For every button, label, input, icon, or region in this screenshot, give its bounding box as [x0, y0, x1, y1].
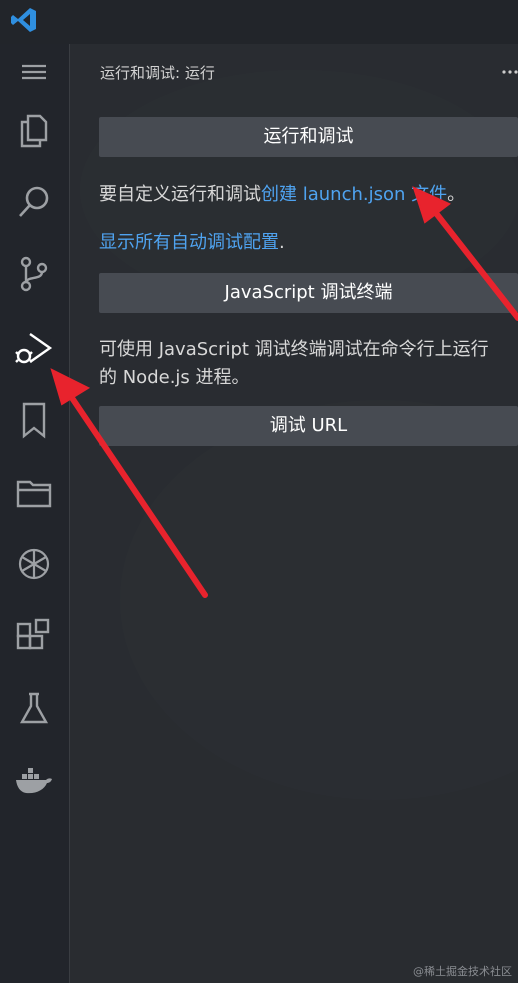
js-hint-line-1: 可使用 JavaScript 调试终端调试在命令行上运行: [99, 339, 489, 360]
vscode-logo-icon: [11, 8, 36, 32]
run-debug-icon[interactable]: [14, 328, 54, 368]
testing-icon[interactable]: [14, 688, 54, 728]
explorer-icon[interactable]: [14, 110, 54, 150]
title-bar: [0, 0, 518, 44]
js-hint-line-2: 的 Node.js 进程。: [99, 367, 250, 388]
openai-icon[interactable]: [14, 544, 54, 584]
more-actions-icon[interactable]: [500, 62, 518, 82]
extensions-icon[interactable]: [14, 616, 54, 656]
search-icon[interactable]: [14, 182, 54, 222]
watermark: @稀土掘金技术社区: [413, 965, 512, 978]
customize-suffix: 。: [447, 184, 466, 205]
docker-icon[interactable]: [14, 760, 54, 800]
menu-icon[interactable]: [14, 52, 54, 92]
customize-prefix: 要自定义运行和调试: [99, 184, 261, 205]
javascript-debug-terminal-button[interactable]: JavaScript 调试终端: [99, 273, 518, 313]
bookmark-icon[interactable]: [14, 400, 54, 440]
run-and-debug-button[interactable]: 运行和调试: [99, 117, 518, 157]
create-launch-json-link[interactable]: 创建 launch.json 文件: [261, 184, 447, 205]
show-all-auto-debug-configs-link[interactable]: 显示所有自动调试配置: [99, 232, 279, 253]
folder-icon[interactable]: [14, 472, 54, 512]
show-all-suffix: .: [279, 232, 285, 253]
panel-title: 运行和调试: 运行: [100, 64, 215, 82]
show-all-hint: 显示所有自动调试配置.: [99, 228, 285, 254]
customize-hint: 要自定义运行和调试创建 launch.json 文件。: [99, 180, 465, 206]
source-control-icon[interactable]: [14, 254, 54, 294]
debug-url-button[interactable]: 调试 URL: [99, 406, 518, 446]
